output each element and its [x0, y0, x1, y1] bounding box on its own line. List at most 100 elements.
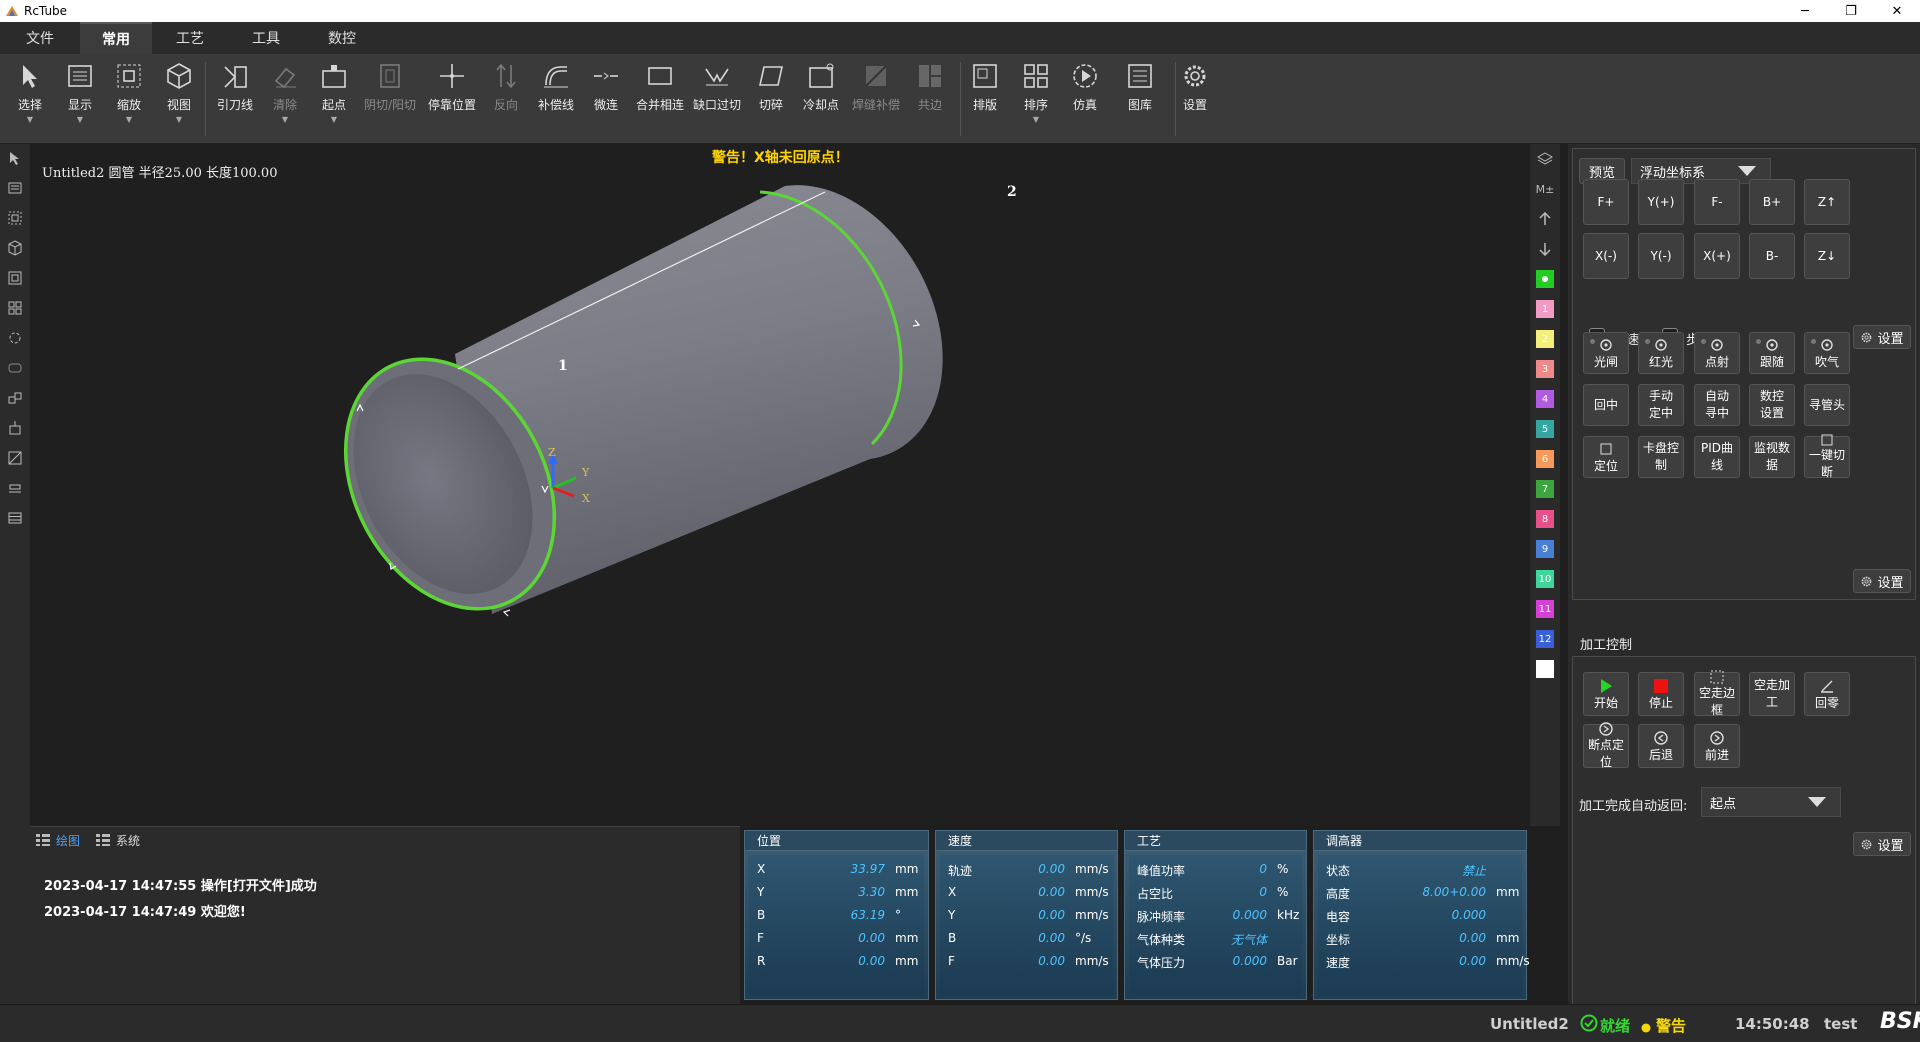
layer-item[interactable]: 1 [1536, 300, 1554, 318]
layer-item[interactable]: 7 [1536, 480, 1554, 498]
toolbar-layout-button[interactable]: 排版 [962, 60, 1008, 140]
layer-item[interactable]: 6 [1536, 450, 1554, 468]
toolbar-cooling-point-button[interactable]: 冷却点 [798, 60, 844, 140]
log-tab-drawing[interactable]: 绘图 [36, 832, 80, 849]
drawing-canvas[interactable]: Z Y X 1 2 Untitled2 圆管 半径25.00 长度100.00 … [30, 144, 1530, 826]
proc2-button-0[interactable]: 断点定位 [1583, 722, 1629, 769]
proc1-button-1[interactable]: 停止 [1638, 672, 1684, 716]
toolbar-notch-overcut-button[interactable]: 缺口过切 [693, 60, 741, 140]
func2-button-0[interactable]: 回中 [1583, 384, 1629, 426]
toolbar-sort-button[interactable]: 排序 ▼ [1013, 60, 1059, 140]
chevron-down-icon[interactable]: ▼ [282, 115, 288, 125]
select-icon[interactable] [5, 148, 25, 168]
minimize-button[interactable]: ─ [1782, 0, 1828, 22]
layer-mirror-button[interactable]: M± [1536, 180, 1555, 198]
layer-item[interactable]: 12 [1536, 630, 1554, 648]
func3-button-2[interactable]: PID曲线 [1694, 436, 1740, 478]
function-settings-button[interactable]: 设置 [1853, 569, 1911, 593]
rotate-icon[interactable] [5, 328, 25, 348]
jog1-button-0[interactable]: F+ [1583, 179, 1629, 225]
jog2-button-0[interactable]: X(-) [1583, 233, 1629, 279]
jog2-button-2[interactable]: X(+) [1694, 233, 1740, 279]
layer-item[interactable]: 9 [1536, 540, 1554, 558]
table-icon[interactable] [5, 508, 25, 528]
toolbar-lead-line-button[interactable]: 引刀线 [212, 60, 258, 140]
chevron-down-icon[interactable]: ▼ [77, 115, 83, 125]
toolbar-common-edge-button[interactable]: 共边 [907, 60, 953, 140]
frame-icon[interactable] [5, 268, 25, 288]
jog2-button-4[interactable]: Z↓ [1804, 233, 1850, 279]
jog1-button-2[interactable]: F- [1694, 179, 1740, 225]
layer-item[interactable]: 10 [1536, 570, 1554, 588]
chevron-down-icon[interactable]: ▼ [126, 115, 132, 125]
jog2-button-1[interactable]: Y(-) [1638, 233, 1684, 279]
toolbar-start-point-button[interactable]: 起点 ▼ [311, 60, 357, 140]
jog1-button-4[interactable]: Z↑ [1804, 179, 1850, 225]
grid-icon[interactable] [5, 298, 25, 318]
zoom-icon[interactable] [5, 208, 25, 228]
proc1-button-2[interactable]: 空走边框 [1694, 670, 1740, 717]
tab-file[interactable]: 文件 [0, 22, 80, 54]
func1-button-2[interactable]: 点射 [1694, 332, 1740, 374]
fixture-icon[interactable] [5, 418, 25, 438]
tab-process[interactable]: 工艺 [152, 22, 228, 54]
tube-icon[interactable] [5, 358, 25, 378]
toolbar-zoom-button[interactable]: 缩放 ▼ [106, 60, 152, 140]
toolbar-settings-button[interactable]: 设置 [1172, 60, 1218, 140]
layer-item[interactable] [1536, 270, 1554, 288]
process-settings-button[interactable]: 设置 [1853, 832, 1911, 856]
toolbar-reverse-button[interactable]: 反向 [483, 60, 529, 140]
func1-button-1[interactable]: 红光 [1638, 332, 1684, 374]
toolbar-select-button[interactable]: 选择 ▼ [7, 60, 53, 140]
layer-item[interactable]: 5 [1536, 420, 1554, 438]
toolbar-simulation-button[interactable]: 仿真 [1062, 60, 1108, 140]
jog1-button-1[interactable]: Y(+) [1638, 179, 1684, 225]
toolbar-dock-position-button[interactable]: 停靠位置 [428, 60, 476, 140]
toolbar-view-button[interactable]: 视图 ▼ [156, 60, 202, 140]
toolbar-merge-connected-button[interactable]: 合并相连 [636, 60, 684, 140]
arrow-down-icon[interactable] [1536, 240, 1554, 258]
close-button[interactable]: ✕ [1874, 0, 1920, 22]
func2-button-3[interactable]: 数控 设置 [1749, 384, 1795, 426]
func3-button-3[interactable]: 监视数据 [1749, 436, 1795, 478]
func3-button-4[interactable]: 一键切断 [1804, 434, 1850, 479]
toolbar-micro-joint-button[interactable]: 微连 [583, 60, 629, 140]
fill-icon[interactable] [5, 448, 25, 468]
jog2-button-3[interactable]: B- [1749, 233, 1795, 279]
proc2-button-1[interactable]: 后退 [1638, 724, 1684, 768]
layers-icon[interactable] [1536, 150, 1554, 168]
toolbar-shred-button[interactable]: 切碎 [748, 60, 794, 140]
func1-button-3[interactable]: 跟随 [1749, 332, 1795, 374]
log-tab-system[interactable]: 系统 [96, 832, 140, 849]
layer-item[interactable]: 3 [1536, 360, 1554, 378]
display-icon[interactable] [5, 178, 25, 198]
chevron-down-icon[interactable]: ▼ [176, 115, 182, 125]
measure-icon[interactable] [5, 478, 25, 498]
toolbar-display-button[interactable]: 显示 ▼ [57, 60, 103, 140]
layer-item[interactable]: 8 [1536, 510, 1554, 528]
part-icon[interactable] [5, 388, 25, 408]
jog1-button-3[interactable]: B+ [1749, 179, 1795, 225]
proc2-button-2[interactable]: 前进 [1694, 724, 1740, 768]
chevron-down-icon[interactable]: ▼ [27, 115, 33, 125]
proc1-button-0[interactable]: 开始 [1583, 672, 1629, 716]
proc1-button-4[interactable]: 回零 [1804, 672, 1850, 716]
toolbar-inner-outer-cut-button[interactable]: 阴切/阳切 [364, 60, 416, 140]
cube-view-icon[interactable] [5, 238, 25, 258]
layer-item[interactable]: 4 [1536, 390, 1554, 408]
arrow-up-icon[interactable] [1536, 210, 1554, 228]
toolbar-weld-compensation-button[interactable]: 焊缝补偿 [852, 60, 900, 140]
func1-button-0[interactable]: 光闸 [1583, 332, 1629, 374]
func3-button-1[interactable]: 卡盘控制 [1638, 436, 1684, 478]
toolbar-compensation-line-button[interactable]: 补偿线 [533, 60, 579, 140]
func1-button-4[interactable]: 吹气 [1804, 332, 1850, 374]
func2-button-1[interactable]: 手动 定中 [1638, 384, 1684, 426]
chevron-down-icon[interactable]: ▼ [331, 115, 337, 125]
tab-common[interactable]: 常用 [80, 22, 152, 54]
auto-return-select[interactable]: 起点 [1701, 787, 1841, 817]
toolbar-clear-button[interactable]: 清除 ▼ [262, 60, 308, 140]
chevron-down-icon[interactable]: ▼ [1033, 115, 1039, 125]
toolbar-library-button[interactable]: 图库 [1117, 60, 1163, 140]
layer-item[interactable]: 2 [1536, 330, 1554, 348]
maximize-button[interactable]: ❐ [1828, 0, 1874, 22]
